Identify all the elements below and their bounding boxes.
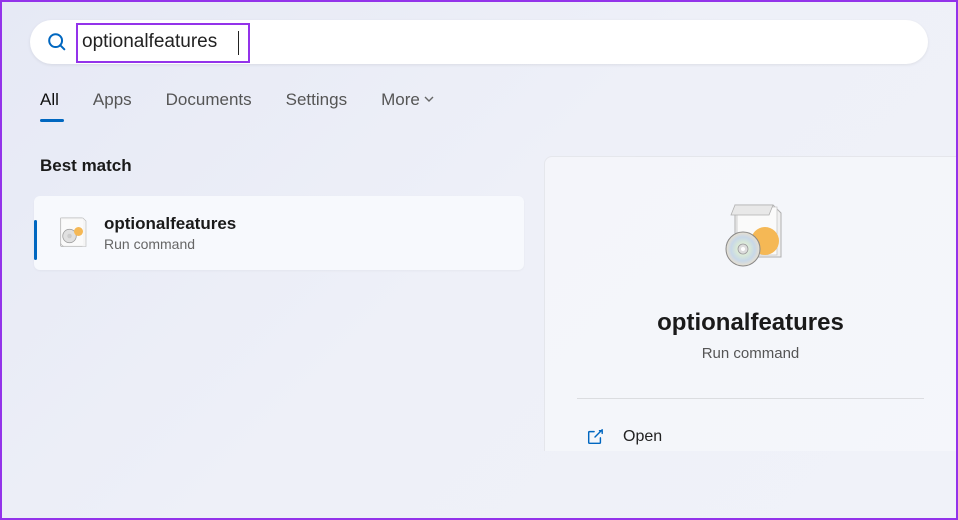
detail-title: optionalfeatures [657, 309, 844, 337]
tab-documents[interactable]: Documents [166, 90, 252, 120]
search-input[interactable] [82, 31, 912, 53]
content-area: Best match optionalfeatures Run command [2, 120, 956, 451]
results-panel: Best match optionalfeatures Run command [34, 156, 524, 451]
action-open[interactable]: Open [577, 423, 924, 451]
search-icon [46, 31, 68, 53]
tab-more[interactable]: More [381, 90, 434, 120]
divider [577, 398, 924, 399]
result-item-optionalfeatures[interactable]: optionalfeatures Run command [34, 196, 524, 270]
text-cursor [238, 31, 239, 55]
detail-subtitle: Run command [702, 345, 800, 362]
tab-settings[interactable]: Settings [286, 90, 347, 120]
tab-apps[interactable]: Apps [93, 90, 132, 120]
app-box-icon [56, 215, 92, 251]
tab-more-label: More [381, 90, 420, 110]
best-match-label: Best match [40, 156, 524, 176]
open-external-icon [585, 427, 605, 447]
detail-app-icon [709, 197, 793, 281]
result-title: optionalfeatures [104, 214, 236, 234]
chevron-down-icon [424, 94, 434, 107]
tab-all[interactable]: All [40, 90, 59, 120]
action-open-label: Open [623, 428, 662, 446]
detail-panel: optionalfeatures Run command Open [544, 156, 956, 451]
search-bar[interactable] [30, 20, 928, 64]
result-subtitle: Run command [104, 236, 236, 252]
filter-tabs: All Apps Documents Settings More [2, 64, 956, 120]
